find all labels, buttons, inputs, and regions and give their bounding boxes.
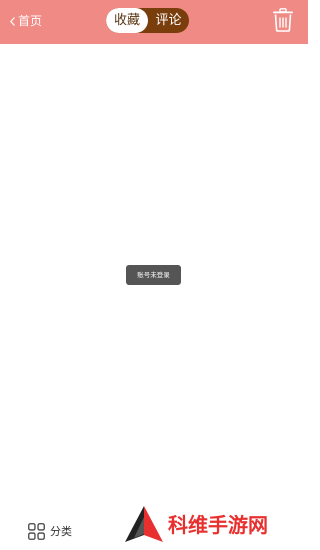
tab-comments[interactable]: 评论: [148, 8, 189, 33]
top-header: 首页 收藏 评论: [0, 0, 308, 44]
category-label: 分类: [50, 525, 72, 538]
login-toast: 账号未登录: [126, 265, 181, 285]
segmented-control: 收藏 评论: [106, 8, 189, 33]
back-button[interactable]: 首页: [10, 12, 42, 30]
category-button[interactable]: 分类: [28, 522, 72, 540]
watermark-text: 科维手游网: [168, 513, 268, 537]
tab-favorites[interactable]: 收藏: [106, 8, 148, 33]
watermark-logo-icon: [125, 506, 163, 542]
trash-icon[interactable]: [272, 8, 294, 32]
chevron-left-icon: [10, 16, 15, 26]
back-label: 首页: [18, 14, 43, 28]
grid-icon: [28, 522, 45, 540]
